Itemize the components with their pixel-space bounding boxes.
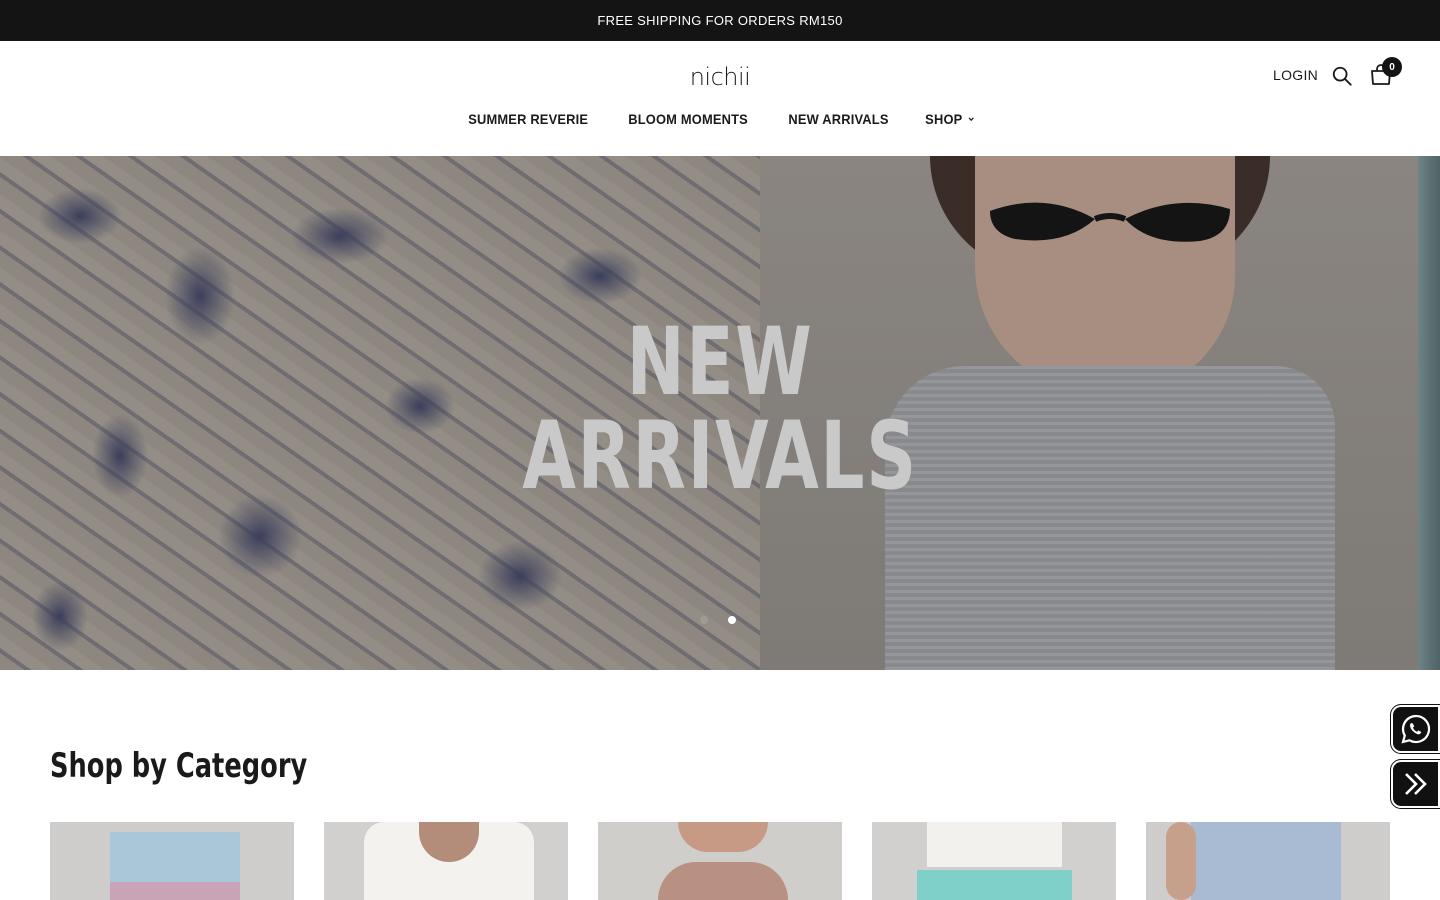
chevron-down-icon [968, 117, 974, 122]
hero-title-line2: ARRIVALS [522, 402, 918, 511]
hero-title: NEW ARRIVALS [474, 316, 966, 504]
announcement-text: FREE SHIPPING FOR ORDERS RM150 [597, 13, 843, 28]
expand-panel-button[interactable] [1390, 759, 1440, 809]
announcement-bar: FREE SHIPPING FOR ORDERS RM150 [0, 0, 1440, 41]
double-chevron-right-icon [1404, 773, 1427, 795]
whatsapp-button[interactable] [1390, 704, 1440, 754]
slider-dot-1[interactable] [700, 616, 708, 624]
whatsapp-icon [1400, 714, 1430, 744]
category-card-3[interactable] [598, 822, 842, 900]
slider-dot-2[interactable] [728, 616, 736, 624]
hero-title-line1: NEW [626, 308, 814, 417]
main-nav: SUMMER REVERIE BLOOM MOMENTS NEW ARRIVAL… [0, 111, 1440, 127]
category-card-5[interactable] [1146, 822, 1390, 900]
brand-logo[interactable]: nichii [690, 59, 751, 95]
nav-item-summer-reverie[interactable]: SUMMER REVERIE [468, 111, 588, 127]
nav-item-label: BLOOM MOMENTS [628, 111, 749, 127]
category-card-2[interactable] [324, 822, 568, 900]
section-title: Shop by Category [50, 746, 308, 786]
category-card-4[interactable] [872, 822, 1116, 900]
search-icon[interactable] [1331, 65, 1353, 87]
hero-banner[interactable]: NEW ARRIVALS [0, 156, 1440, 670]
nav-item-new-arrivals[interactable]: NEW ARRIVALS [788, 111, 888, 127]
category-card-1[interactable] [50, 822, 294, 900]
nav-item-bloom-moments[interactable]: BLOOM MOMENTS [629, 111, 749, 127]
site-header: nichii LOGIN 0 SUMMER REVERIE BLOOM MOME… [0, 41, 1440, 156]
hero-next-slide-peek [1418, 156, 1440, 670]
nav-item-label: NEW ARRIVALS [787, 111, 889, 127]
login-link[interactable]: LOGIN [1273, 67, 1318, 83]
cart-count-badge: 0 [1382, 57, 1402, 77]
category-card-row [50, 822, 1390, 900]
nav-item-shop[interactable]: SHOP [925, 111, 975, 127]
nav-item-label: SHOP [924, 111, 962, 127]
nav-item-label: SUMMER REVERIE [468, 111, 589, 127]
sunglasses-graphic [990, 202, 1230, 242]
slider-dots [700, 616, 736, 624]
